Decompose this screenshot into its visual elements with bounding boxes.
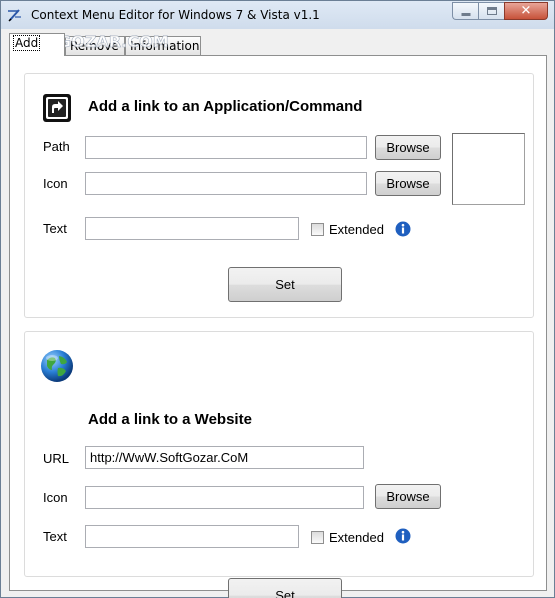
icon-label: Icon [43,176,68,191]
tab-remove[interactable]: Remove [65,36,125,55]
url-input[interactable] [85,446,364,469]
web-extended-label: Extended [329,530,384,545]
tab-panel-add: Add a link to an Application/Command Pat… [9,55,547,598]
app-set-button[interactable]: Set [228,267,342,302]
tab-information[interactable]: Information [125,36,201,55]
close-button[interactable]: ✕ [504,2,548,20]
url-label: URL [43,451,70,466]
path-label: Path [43,139,70,154]
web-icon-input[interactable] [85,486,364,509]
minimize-button[interactable] [452,2,478,20]
window-controls: ✕ [452,2,548,20]
app-icon-input[interactable] [85,172,367,195]
icon-browse-button[interactable]: Browse [375,171,441,196]
web-text-label: Text [43,529,67,544]
web-text-input[interactable] [85,525,299,548]
close-icon: ✕ [520,3,532,19]
path-browse-button[interactable]: Browse [375,135,441,160]
app-pen-icon [8,9,21,22]
path-input[interactable] [85,136,367,159]
web-icon-label: Icon [43,490,68,505]
icon-preview-box [452,133,525,205]
web-link-group: Add a link to a Website URL Icon Browse … [24,331,534,598]
app-section-title: Add a link to an Application/Command [88,98,363,115]
app-text-input[interactable] [85,217,299,240]
app-text-label: Text [43,221,67,236]
app-info-icon[interactable] [395,221,411,237]
web-icon-browse-button[interactable]: Browse [375,484,441,509]
web-section-title: Add a link to a Website [88,411,252,428]
app-extended-checkbox[interactable] [311,223,324,236]
web-info-icon[interactable] [395,528,411,544]
main-window: Context Menu Editor for Windows 7 & Vist… [0,0,555,598]
web-extended-checkbox[interactable] [311,531,324,544]
title-bar[interactable]: Context Menu Editor for Windows 7 & Vist… [1,1,554,29]
app-extended-label: Extended [329,222,384,237]
maximize-icon [486,7,497,15]
maximize-button[interactable] [478,2,504,20]
minimize-icon [461,13,470,16]
app-link-group: Add a link to an Application/Command Pat… [24,73,534,318]
window-title: Context Menu Editor for Windows 7 & Vist… [31,8,320,22]
web-set-button[interactable]: Set [228,578,342,598]
globe-icon [41,350,73,382]
tab-add[interactable]: Add [9,33,65,56]
shortcut-arrow-icon [43,94,71,122]
